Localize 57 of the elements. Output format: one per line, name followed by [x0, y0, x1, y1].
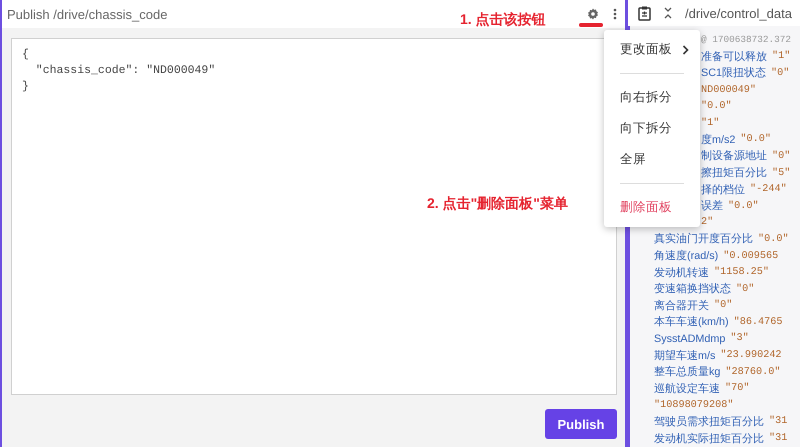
field-name: 择的档位: [701, 182, 745, 197]
field-value: "0": [771, 68, 790, 79]
field-name: 度m/s2: [701, 132, 736, 147]
field-value: 2": [701, 217, 714, 228]
field-name: 误差: [701, 199, 723, 214]
field-value: "3": [730, 333, 749, 344]
more-options-icon[interactable]: [613, 8, 617, 20]
field-name: 整车总质量kg: [654, 365, 720, 380]
field-name: SC1限扭状态: [701, 66, 766, 80]
field-name: 发动机转速: [654, 266, 709, 280]
field-value: "1": [772, 51, 790, 62]
field-name: SysstADMdmp: [654, 332, 726, 345]
field-value: "0": [736, 284, 754, 295]
panel-title: /drive/control_data: [685, 6, 792, 20]
field-name: 擦扭矩百分比: [701, 166, 767, 180]
field-value: "1158.25": [714, 267, 770, 278]
field-value: "-244": [750, 184, 787, 196]
field-name: 变速箱换挡状态: [654, 282, 731, 296]
field-value: "31: [769, 416, 788, 428]
field-value: "0.0": [758, 234, 789, 245]
clipboard-icon[interactable]: [638, 6, 651, 20]
collapse-icon[interactable]: [663, 7, 673, 19]
chevron-right-icon: [682, 44, 689, 54]
field-value: "1": [701, 118, 720, 129]
field-value: "5": [772, 168, 790, 179]
publish-button[interactable]: Publish: [545, 409, 617, 439]
field-name: 本车车速(km/h): [654, 315, 729, 330]
field-value: "86.4765: [734, 316, 783, 328]
code-line: "chassis_code": "ND000049": [34, 63, 216, 79]
field-name: 巡航设定车速: [654, 382, 720, 396]
field-value: "10898079208": [654, 400, 734, 411]
field-name: 离合器开关: [654, 298, 709, 313]
annotation-text: 2. 点击"删除面板"菜单: [427, 195, 568, 213]
field-value: "0.0": [728, 200, 759, 212]
field-value: "70": [725, 383, 750, 394]
field-name: 驾驶员需求扭矩百分比: [654, 414, 764, 429]
field-value: "0": [714, 300, 732, 312]
code-line: }: [22, 79, 29, 95]
field-name: 发动机实际扭矩百分比: [654, 432, 764, 446]
field-name: 真实油门开度百分比: [654, 232, 753, 246]
field-name: 角速度(rad/s): [654, 249, 718, 264]
timestamp: @ 1700638732.372: [701, 33, 792, 47]
field-name: 制设备源地址: [701, 149, 767, 164]
field-value: "0.0": [701, 101, 732, 112]
field-value: "28760.0": [725, 366, 780, 378]
field-name: 期望车速m/s: [654, 348, 716, 363]
settings-icon[interactable]: [587, 8, 599, 20]
field-value: ND000049": [701, 84, 756, 96]
field-value: "0.0": [740, 134, 771, 146]
field-value: "0.009565: [723, 250, 778, 262]
field-name: 准备可以释放: [701, 50, 767, 64]
field-value: "23.990242: [720, 350, 782, 362]
annotation-text: 1. 点击该按钮: [460, 11, 546, 29]
code-line: {: [22, 47, 29, 63]
field-value: "0": [772, 150, 790, 162]
field-value: "31: [769, 433, 788, 444]
panel-title: Publish /drive/chassis_code: [7, 6, 168, 22]
